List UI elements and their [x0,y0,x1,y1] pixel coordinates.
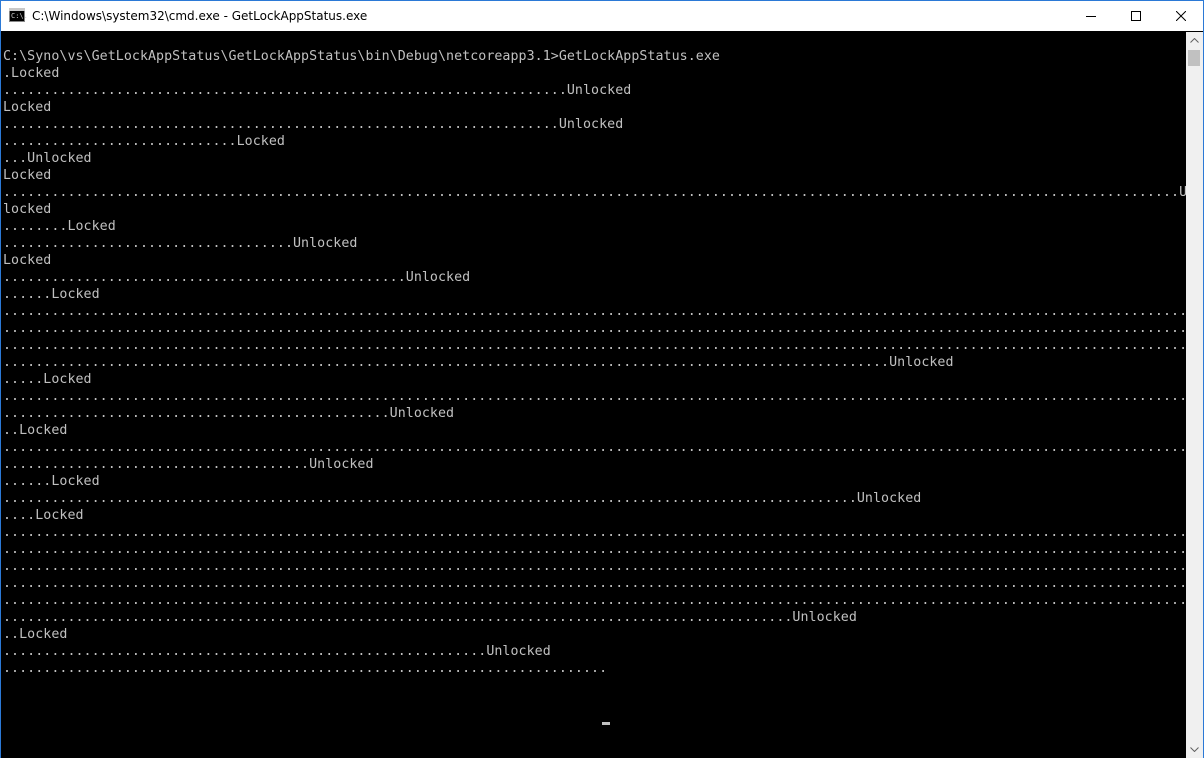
title-bar[interactable]: C:\. C:\Windows\system32\cmd.exe - GetLo… [1,1,1203,31]
console-line: Locked [3,168,52,183]
maximize-button[interactable] [1113,1,1158,31]
console-line: ........................................… [3,525,1187,540]
console-line: ........................................… [3,440,1187,455]
cmd-window: C:\. C:\Windows\system32\cmd.exe - GetLo… [0,0,1204,758]
console-app-icon[interactable]: C:\. [9,8,28,22]
console-line: C:\Syno\vs\GetLockAppStatus\GetLockAppSt… [3,49,720,64]
console-output-text: C:\Syno\vs\GetLockAppStatus\GetLockAppSt… [3,48,1187,677]
console-line: ........................................… [3,338,1187,353]
console-line: ........................................… [3,661,608,676]
console-line: ........................................… [3,185,1187,200]
console-line: .Locked [3,66,60,81]
console-line: ........................................… [3,321,1187,336]
console-line: ........................................… [3,559,1187,574]
console-line: ........................................… [3,593,1187,608]
console-line: ........Locked [3,219,116,234]
console-line: ........................................… [3,576,1187,591]
vertical-scrollbar[interactable] [1186,32,1203,758]
window-title: C:\Windows\system32\cmd.exe - GetLockApp… [32,9,368,23]
console-line: ......Locked [3,474,100,489]
console-line: locked [3,202,52,217]
close-button[interactable] [1158,1,1203,31]
caption-buttons [1068,1,1203,31]
console-line: ........................................… [3,644,551,659]
console-line: ........................................… [3,83,632,98]
console-line: Locked [3,253,52,268]
console-line: ........................................… [3,270,471,285]
console-line: ....................................Unlo… [3,236,358,251]
scroll-down-button[interactable] [1186,741,1203,758]
console-line: ..Locked [3,423,68,438]
chevron-down-icon [1190,747,1199,752]
minimize-icon [1085,16,1096,17]
console-line: ..Locked [3,627,68,642]
minimize-button[interactable] [1068,1,1113,31]
console-line: ...Unlocked [3,151,92,166]
console-line: ....Locked [3,508,84,523]
console-line: ........................................… [3,491,922,506]
console-line: ........................................… [3,610,857,625]
console-line: .............................Locked [3,134,285,149]
close-icon [1175,11,1186,21]
console-line: ........................................… [3,542,1187,557]
console-line: ........................................… [3,117,624,132]
console-line: ......Locked [3,287,100,302]
scroll-thumb[interactable] [1188,50,1200,66]
text-cursor [602,722,610,725]
console-line: ........................................… [3,389,1187,404]
maximize-icon [1130,11,1141,21]
chevron-up-icon [1190,38,1199,43]
console-line: Locked [3,100,52,115]
console-line: ........................................… [3,304,1187,319]
scroll-up-button[interactable] [1186,32,1203,49]
console-line: .....Locked [3,372,92,387]
app-icon-text: C:\. [11,12,28,20]
console-output-area[interactable]: C:\Syno\vs\GetLockAppStatus\GetLockAppSt… [1,32,1187,758]
console-line: ......................................Un… [3,457,374,472]
console-line: ........................................… [3,355,954,370]
console-line: ........................................… [3,406,455,421]
